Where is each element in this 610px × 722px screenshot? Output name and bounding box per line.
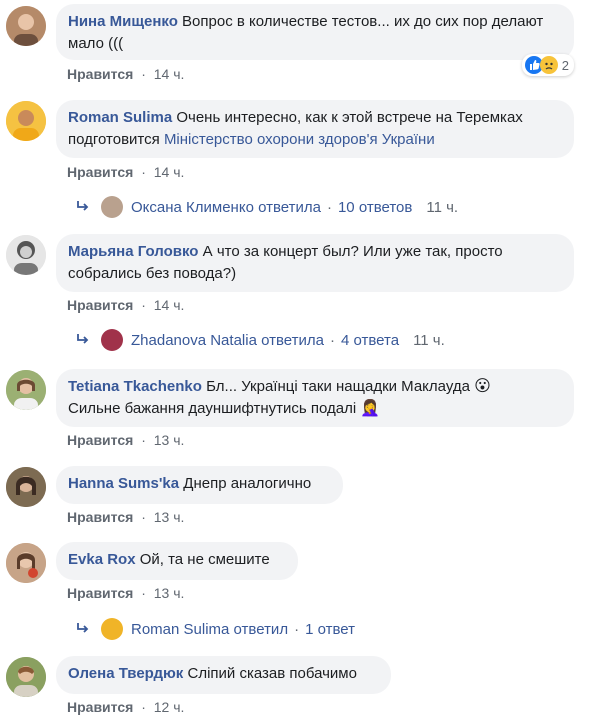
reply-arrow-icon: [77, 623, 89, 633]
comment-actions: Нравится · 14 ч.: [67, 297, 185, 313]
comment-actions: Нравится · 13 ч.: [67, 432, 185, 448]
comment-author[interactable]: Марьяна Головко: [68, 243, 198, 260]
comment-author[interactable]: Нина Мищенко: [68, 13, 178, 30]
comment-text: Днепр аналогично: [183, 475, 312, 492]
comment-time[interactable]: 14 ч.: [154, 164, 185, 180]
reply-author[interactable]: Zhadanova Natalia ответила: [131, 332, 324, 349]
avatar[interactable]: [6, 467, 46, 507]
view-replies-link[interactable]: Оксана Клименко ответила · 10 ответов 11…: [75, 196, 458, 218]
avatar[interactable]: [6, 101, 46, 141]
reply-arrow-icon: [77, 201, 89, 211]
comment-text: Сліпий сказав побачимо: [187, 665, 357, 682]
comment-actions: Нравится · 14 ч.: [67, 164, 185, 180]
comment-text: Ой, та не смешите: [139, 551, 270, 568]
reactions-summary[interactable]: 2: [521, 54, 574, 76]
comment-time[interactable]: 14 ч.: [154, 297, 185, 313]
comment-time[interactable]: 13 ч.: [154, 585, 185, 601]
page-link[interactable]: Міністерство охорони здоров'я України: [164, 131, 435, 148]
comment-bubble: Hanna Sums'ka Днепр аналогично: [56, 466, 343, 504]
comment-bubble: Олена Твердюк Сліпий сказав побачимо: [56, 656, 391, 694]
avatar: [101, 196, 123, 218]
like-button[interactable]: Нравится: [67, 297, 133, 313]
comment-actions: Нравится · 12 ч.: [67, 699, 185, 715]
comment-bubble: Tetiana Tkachenko Бл... Українці таки на…: [56, 369, 574, 427]
comment-author[interactable]: Hanna Sums'ka: [68, 475, 179, 492]
facepalm-emoji: 🤦‍♀️: [360, 400, 381, 417]
reply-count[interactable]: 4 ответа: [341, 332, 399, 349]
reply-arrow-icon: [77, 334, 89, 344]
comment-author[interactable]: Roman Sulima: [68, 109, 172, 126]
comment-time[interactable]: 12 ч.: [154, 699, 185, 715]
like-button[interactable]: Нравится: [67, 432, 133, 448]
reactions-count: 2: [561, 57, 569, 73]
comment-author[interactable]: Tetiana Tkachenko: [68, 378, 202, 395]
like-button[interactable]: Нравится: [67, 509, 133, 525]
view-replies-link[interactable]: Zhadanova Natalia ответила · 4 ответа 11…: [75, 329, 445, 351]
reply-count[interactable]: 10 ответов: [338, 199, 412, 216]
comment-text: Бл... Українці таки нащадки Маклауда: [206, 378, 470, 395]
like-button[interactable]: Нравится: [67, 585, 133, 601]
comment-actions: Нравится · 13 ч.: [67, 509, 185, 525]
comment-author[interactable]: Олена Твердюк: [68, 665, 183, 682]
comment-bubble: Нина Мищенко Вопрос в количестве тестов.…: [56, 4, 574, 60]
avatar[interactable]: [6, 235, 46, 275]
reply-author[interactable]: Оксана Клименко ответила: [131, 199, 321, 216]
reply-time: 11 ч.: [426, 198, 459, 216]
avatar: [101, 618, 123, 640]
like-button[interactable]: Нравится: [67, 699, 133, 715]
sad-reaction-icon: [539, 56, 558, 74]
comment-time[interactable]: 13 ч.: [154, 509, 185, 525]
comment-time[interactable]: 14 ч.: [154, 66, 185, 82]
reply-count[interactable]: 1 ответ: [305, 621, 355, 638]
comment-actions: Нравится · 13 ч.: [67, 585, 185, 601]
comment-actions: Нравится · 14 ч.: [67, 66, 185, 82]
avatar[interactable]: [6, 543, 46, 583]
reply-author[interactable]: Roman Sulima ответил: [131, 621, 288, 638]
surprised-emoji: 😮: [474, 378, 491, 395]
avatar[interactable]: [6, 657, 46, 697]
avatar[interactable]: [6, 6, 46, 46]
comment-text: Сильне бажання дауншифтнутись подалі: [68, 400, 357, 417]
comment-author[interactable]: Evka Rox: [68, 551, 136, 568]
comment-bubble: Марьяна Головко А что за концерт был? Ил…: [56, 234, 574, 292]
avatar: [101, 329, 123, 351]
like-button[interactable]: Нравится: [67, 66, 133, 82]
comment-bubble: Roman Sulima Очень интересно, как к этой…: [56, 100, 574, 158]
reply-time: 11 ч.: [413, 331, 445, 349]
like-button[interactable]: Нравится: [67, 164, 133, 180]
avatar[interactable]: [6, 370, 46, 410]
comment-bubble: Evka Rox Ой, та не смешите: [56, 542, 298, 580]
comment-time[interactable]: 13 ч.: [154, 432, 185, 448]
view-replies-link[interactable]: Roman Sulima ответил · 1 ответ: [75, 618, 355, 640]
